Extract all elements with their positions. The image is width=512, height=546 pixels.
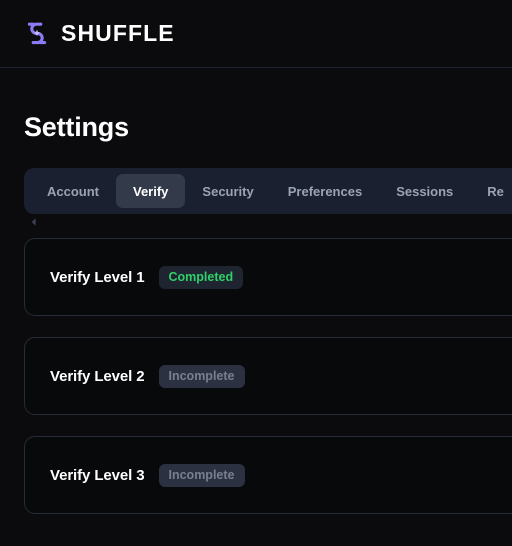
page-title: Settings [24, 112, 129, 142]
brand-wordmark: SHUFFLE [61, 20, 175, 46]
verify-level-card[interactable]: Verify Level 2 Incomplete [24, 337, 512, 415]
verify-level-card[interactable]: Verify Level 3 Incomplete [24, 436, 512, 514]
shuffle-logo-icon [24, 21, 50, 47]
verify-level-title: Verify Level 2 [50, 367, 145, 385]
top-header-bar: SHUFFLE [0, 0, 512, 68]
brand-logo-link[interactable]: SHUFFLE [24, 21, 175, 47]
tab-responsible-gambling[interactable]: Re [470, 174, 512, 208]
verify-level-title: Verify Level 3 [50, 466, 145, 484]
tab-security[interactable]: Security [185, 174, 270, 208]
tab-verify[interactable]: Verify [116, 174, 186, 208]
status-badge: Incomplete [158, 364, 245, 388]
verify-level-title: Verify Level 1 [50, 268, 145, 286]
verify-level-card[interactable]: Verify Level 1 Completed [24, 238, 512, 316]
settings-tabs-region: Account Verify Security Preferences Sess… [0, 168, 512, 226]
settings-tabs[interactable]: Account Verify Security Preferences Sess… [24, 168, 512, 214]
tab-account[interactable]: Account [30, 174, 116, 208]
verify-levels-list: Verify Level 1 Completed Verify Level 2 … [0, 238, 512, 514]
status-badge: Completed [158, 265, 244, 289]
tab-sessions[interactable]: Sessions [379, 174, 470, 208]
settings-page: Settings Account Verify Security Prefere… [0, 68, 512, 546]
chevron-left-icon[interactable] [28, 216, 40, 228]
status-badge: Incomplete [158, 463, 245, 487]
tab-preferences[interactable]: Preferences [271, 174, 379, 208]
